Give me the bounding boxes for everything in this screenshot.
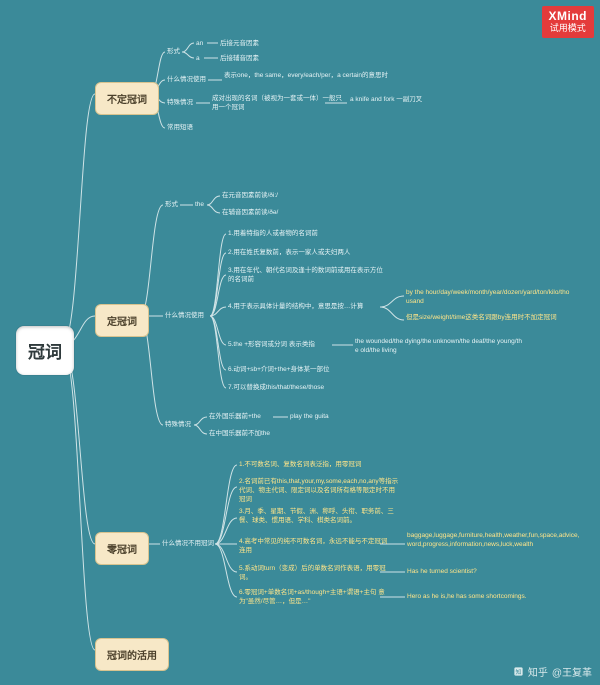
def-when-r4b: 但是size/weight/time这类名词跟by连用时不加定冠词	[406, 314, 557, 323]
zero-r4: 4.高考中常见的纯不可数名词，永远不能与不定冠词连用	[239, 538, 389, 556]
def-form-label[interactable]: 形式	[165, 201, 178, 210]
zero-r6: 6.零冠词+单数名词+as/though+主语+谓语+主句 意为"虽然/尽管…，…	[239, 589, 389, 607]
zero-r5a: Has he turned scientist?	[407, 568, 477, 577]
def-special-b: 在中国乐器前不加the	[209, 430, 270, 439]
indef-form-a-desc: 后接辅音因素	[220, 55, 259, 64]
credit-platform: 知乎	[528, 664, 548, 679]
indef-form-a[interactable]: a	[196, 55, 200, 64]
def-when-r7: 7.可以替换成this/that/these/those	[228, 384, 324, 393]
indef-form-label[interactable]: 形式	[167, 48, 180, 57]
branch-definite[interactable]: 定冠词	[95, 304, 149, 337]
def-when-r4: 4.用于表示具体计量的结构中，意思是按…计算	[228, 303, 363, 312]
def-special-label[interactable]: 特殊情况	[165, 421, 191, 430]
indef-form-an[interactable]: an	[196, 40, 203, 49]
branch-zero[interactable]: 零冠词	[95, 532, 149, 565]
zero-r4a: baggage,luggage,furniture,health,weather…	[407, 532, 582, 550]
indef-when-label[interactable]: 什么情况使用	[167, 76, 206, 85]
def-form-the[interactable]: the	[195, 201, 204, 210]
zero-r2: 2.名词前已有this,that,your,my,some,each,no,an…	[239, 478, 399, 504]
credit-author: @王复革	[552, 664, 592, 679]
def-form-vowel: 在元音因素前读/ði:/	[222, 192, 278, 201]
branch-flexible[interactable]: 冠词的活用	[95, 638, 169, 671]
def-form-cons: 在辅音因素前读/ðə/	[222, 209, 278, 218]
mindmap-canvas: 冠词 不定冠词 定冠词 零冠词 冠词的活用 形式 an 后接元音因素 a 后接辅…	[0, 0, 600, 685]
indef-special-desc: 成对出现的名词（被视为一套或一体）一般只用一个冠词	[212, 95, 342, 113]
indef-phrases[interactable]: 常用短语	[167, 124, 193, 133]
def-special-a: 在外国乐器前+the	[209, 413, 261, 422]
xmind-watermark: XMind 试用模式	[542, 6, 595, 38]
zero-r5: 5.系动词turn（变成）后的单数名词作表语，用零冠词。	[239, 565, 389, 583]
trial-mode-label: 试用模式	[549, 23, 588, 34]
def-special-a-ex: play the guita	[290, 413, 329, 422]
def-when-r6: 6.动词+sb+介词+the+身体某一部位	[228, 366, 330, 375]
root-node[interactable]: 冠词	[16, 326, 74, 375]
zero-r3: 3.月、季、星期、节假、洲、称呼、头衔、职务前、三餐、球类、惯用语、学科、棋类名…	[239, 508, 399, 526]
zero-when-label[interactable]: 什么情况不用冠词	[162, 540, 214, 549]
def-when-r1: 1.用着特指的人或者物的名词前	[228, 230, 318, 239]
def-when-r3: 3.用在年代、朝代名词及逢十的数词前或用在表示方位的名词前	[228, 267, 388, 285]
zero-r6a: Hero as he is,he has some shortcomings.	[407, 593, 527, 602]
zhihu-icon: 知	[513, 666, 524, 677]
def-when-r4a: by the hour/day/week/month/year/dozen/ya…	[406, 289, 571, 307]
def-when-r5: 5.the +形容词或分词 表示类指	[228, 341, 315, 350]
source-credit: 知 知乎 @王复革	[513, 664, 592, 679]
def-when-r2: 2.用在姓氏复数前，表示一家人或夫妇两人	[228, 249, 350, 258]
indef-when-desc: 表示one，the same，every/each/per，a certain的…	[224, 72, 388, 81]
branch-indefinite[interactable]: 不定冠词	[95, 82, 159, 115]
indef-special-label[interactable]: 特殊情况	[167, 99, 193, 108]
zero-r1: 1.不可数名词、复数名词表泛指，用零冠词	[239, 461, 361, 470]
def-when-label[interactable]: 什么情况使用	[165, 312, 204, 321]
indef-form-an-desc: 后接元音因素	[220, 40, 259, 49]
indef-special-example: a knife and fork 一副刀叉	[350, 96, 422, 105]
brand-label: XMind	[549, 9, 588, 23]
def-when-r5a: the wounded/the dying/the unknown/the de…	[355, 338, 525, 356]
